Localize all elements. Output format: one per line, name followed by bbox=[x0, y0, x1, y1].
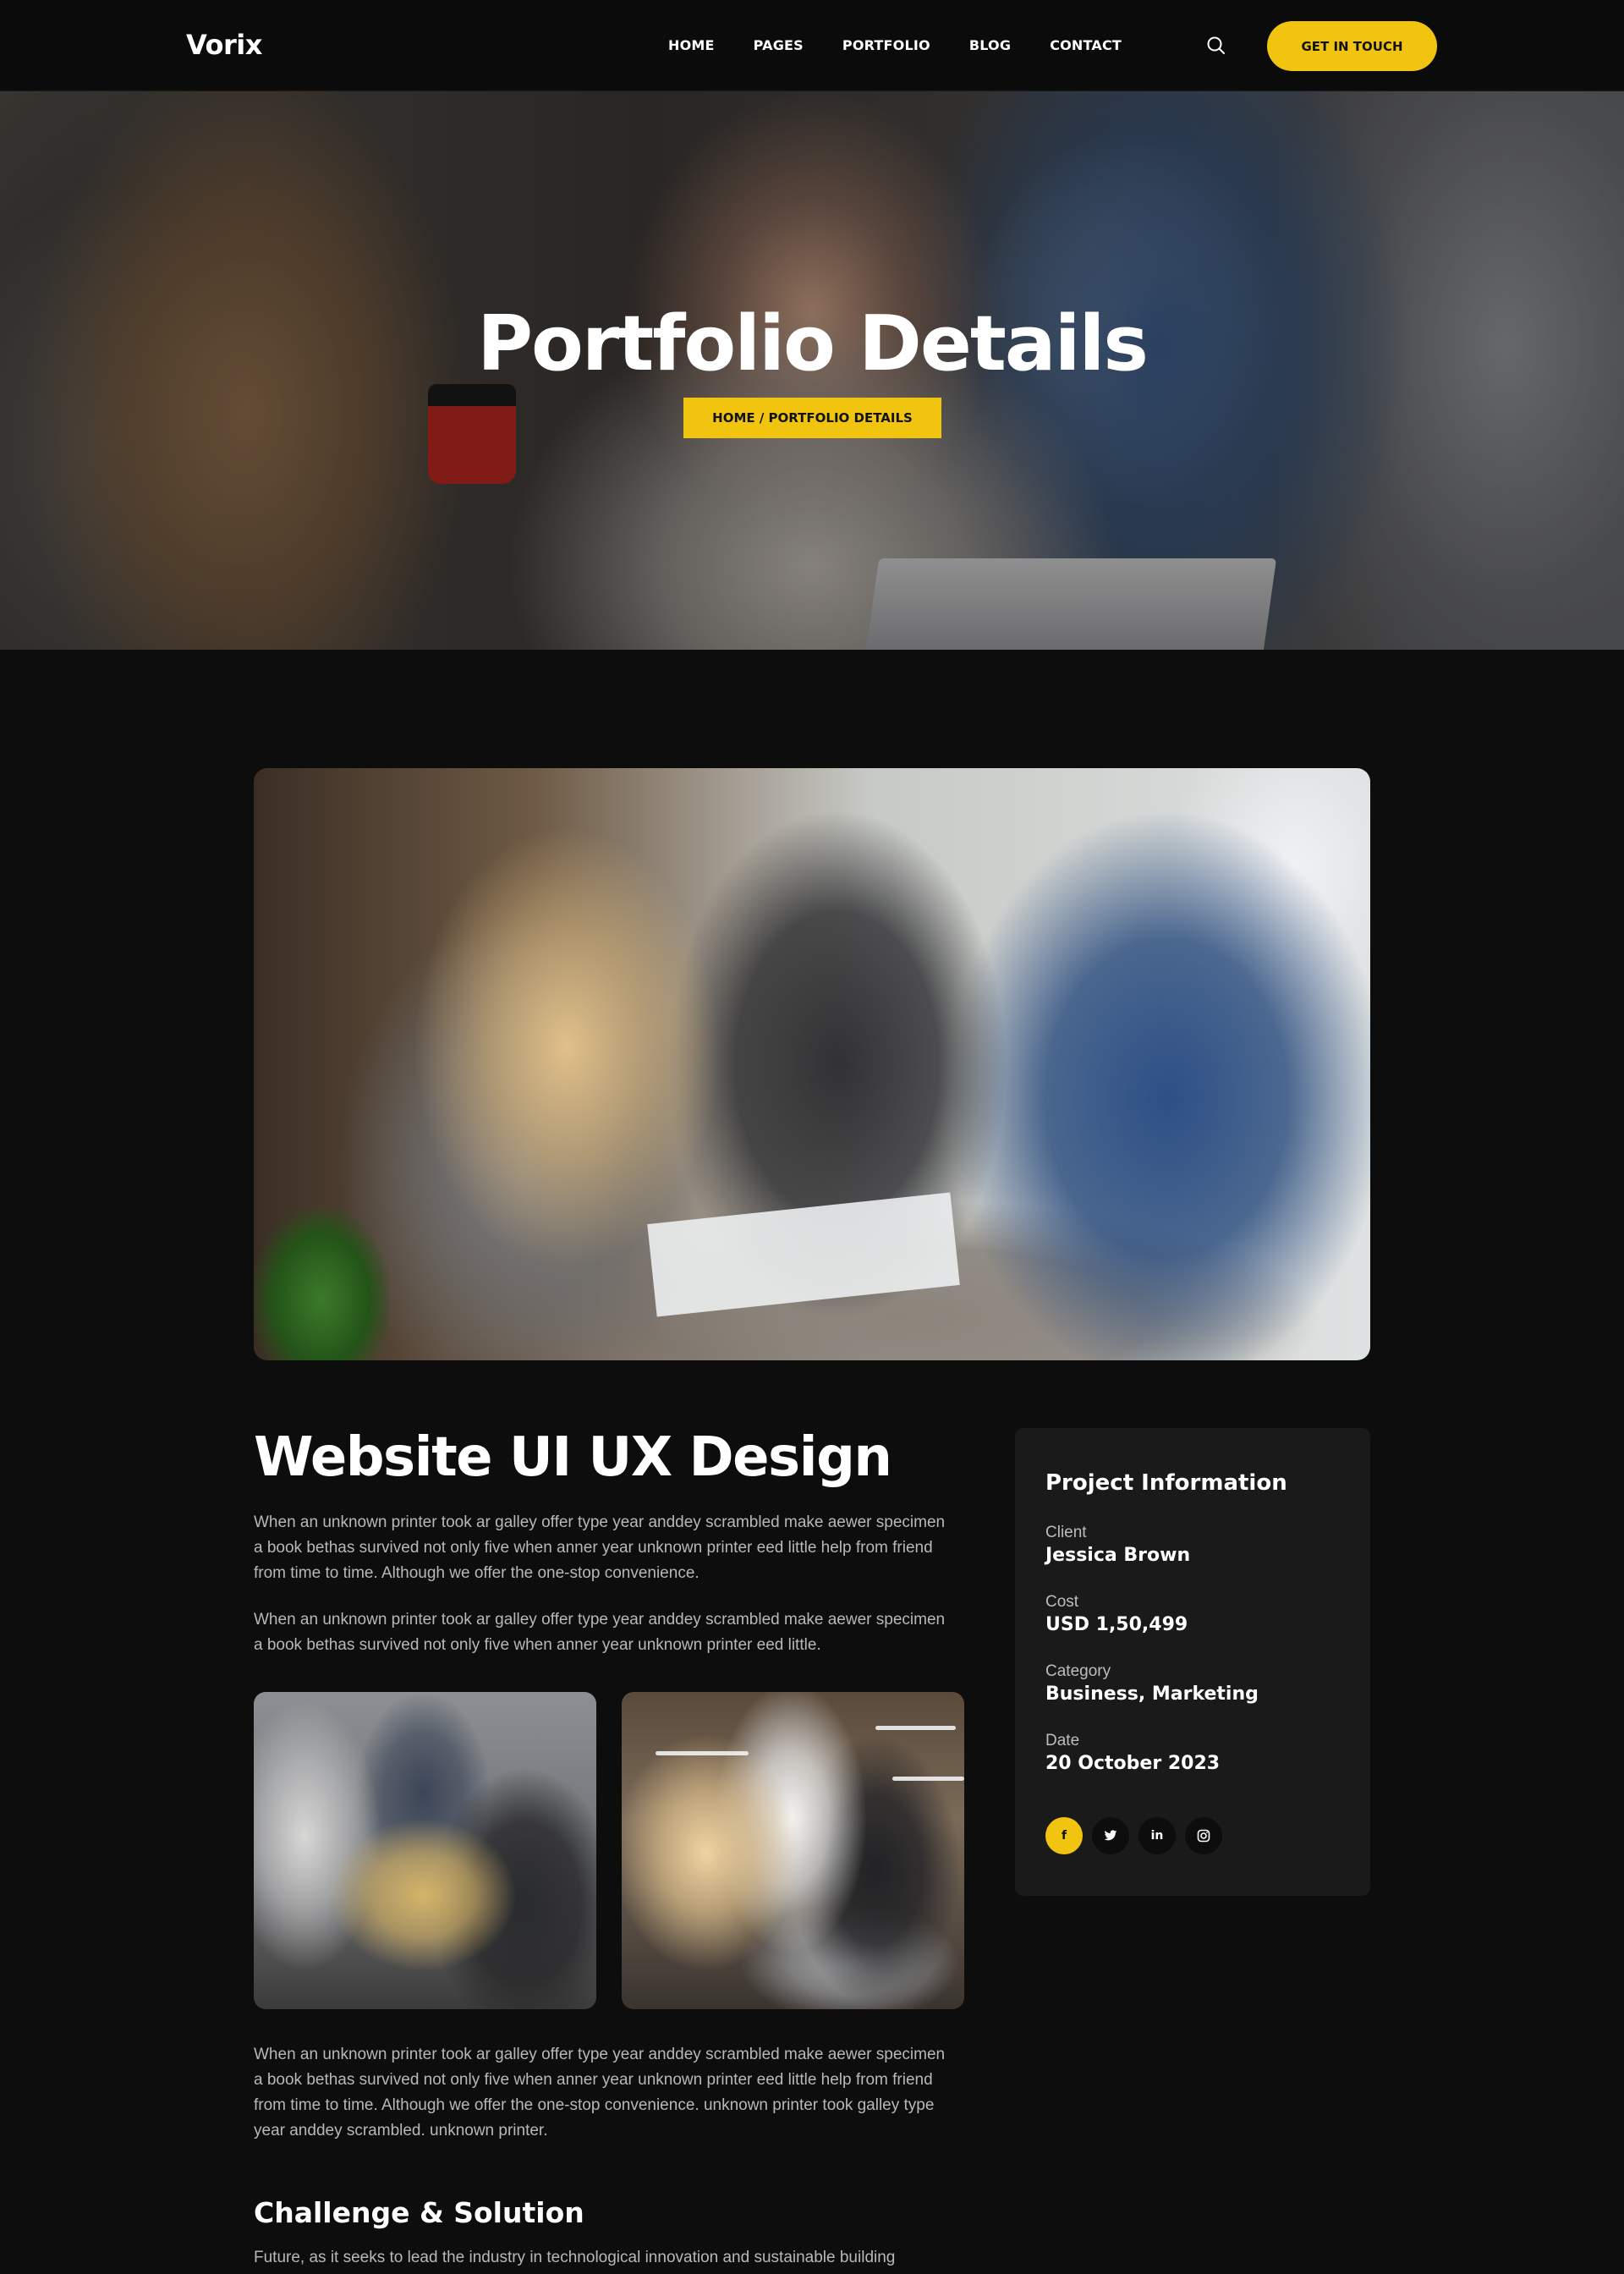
instagram-glyph bbox=[1197, 1829, 1210, 1843]
nav-contact[interactable]: CONTACT bbox=[1050, 37, 1122, 53]
instagram-icon[interactable] bbox=[1185, 1817, 1222, 1854]
nav-blog[interactable]: BLOG bbox=[969, 37, 1011, 53]
cost-label: Cost bbox=[1045, 1593, 1079, 1611]
logo[interactable]: Vorix bbox=[186, 29, 262, 61]
linkedin-icon[interactable]: in bbox=[1138, 1817, 1176, 1854]
client-value: Jessica Brown bbox=[1045, 1545, 1191, 1566]
project-info-card: Project Information Client Jessica Brown… bbox=[1015, 1428, 1370, 1896]
client-label: Client bbox=[1045, 1524, 1087, 1541]
nav-home[interactable]: HOME bbox=[668, 37, 715, 53]
date-value: 20 October 2023 bbox=[1045, 1753, 1221, 1774]
challenge-heading: Challenge & Solution bbox=[254, 2196, 584, 2229]
ceiling-light bbox=[656, 1751, 749, 1755]
main-nav: HOME PAGES PORTFOLIO BLOG CONTACT bbox=[668, 37, 1122, 53]
blueprint-paper bbox=[647, 1192, 960, 1317]
gallery-image-1 bbox=[254, 1692, 596, 2009]
portfolio-main-image bbox=[254, 768, 1370, 1360]
date-label: Date bbox=[1045, 1732, 1080, 1749]
search-icon[interactable] bbox=[1204, 34, 1228, 58]
social-links: f in bbox=[1045, 1817, 1222, 1854]
plant bbox=[254, 1208, 389, 1360]
breadcrumb[interactable]: HOME / PORTFOLIO DETAILS bbox=[683, 398, 941, 438]
nav-pages[interactable]: PAGES bbox=[754, 37, 804, 53]
search-icon-svg bbox=[1207, 36, 1225, 54]
twitter-icon[interactable] bbox=[1092, 1817, 1129, 1854]
facebook-icon[interactable]: f bbox=[1045, 1817, 1083, 1854]
page-title: Portfolio Details bbox=[477, 299, 1149, 388]
category-label: Category bbox=[1045, 1662, 1111, 1680]
project-title: Website UI UX Design bbox=[254, 1426, 892, 1489]
hero-banner: Portfolio Details HOME / PORTFOLIO DETAI… bbox=[0, 91, 1624, 650]
gallery-image-2 bbox=[622, 1692, 964, 2009]
twitter-bird bbox=[1104, 1830, 1117, 1841]
project-paragraph-3: When an unknown printer took ar galley o… bbox=[254, 2046, 946, 2139]
ceiling-light bbox=[892, 1777, 964, 1781]
site-header: Vorix HOME PAGES PORTFOLIO BLOG CONTACT … bbox=[0, 0, 1624, 91]
project-paragraph-2: When an unknown printer took ar galley o… bbox=[254, 1611, 946, 1654]
get-in-touch-button[interactable]: GET IN TOUCH bbox=[1267, 21, 1437, 71]
ceiling-light bbox=[875, 1726, 956, 1730]
nav-portfolio[interactable]: PORTFOLIO bbox=[842, 37, 930, 53]
project-paragraph-1: When an unknown printer took ar galley o… bbox=[254, 1513, 946, 1582]
category-value: Business, Marketing bbox=[1045, 1684, 1259, 1705]
cost-value: USD 1,50,499 bbox=[1045, 1614, 1188, 1635]
info-title: Project Information bbox=[1045, 1470, 1287, 1496]
challenge-text: Future, as it seeks to lead the industry… bbox=[254, 2249, 896, 2266]
